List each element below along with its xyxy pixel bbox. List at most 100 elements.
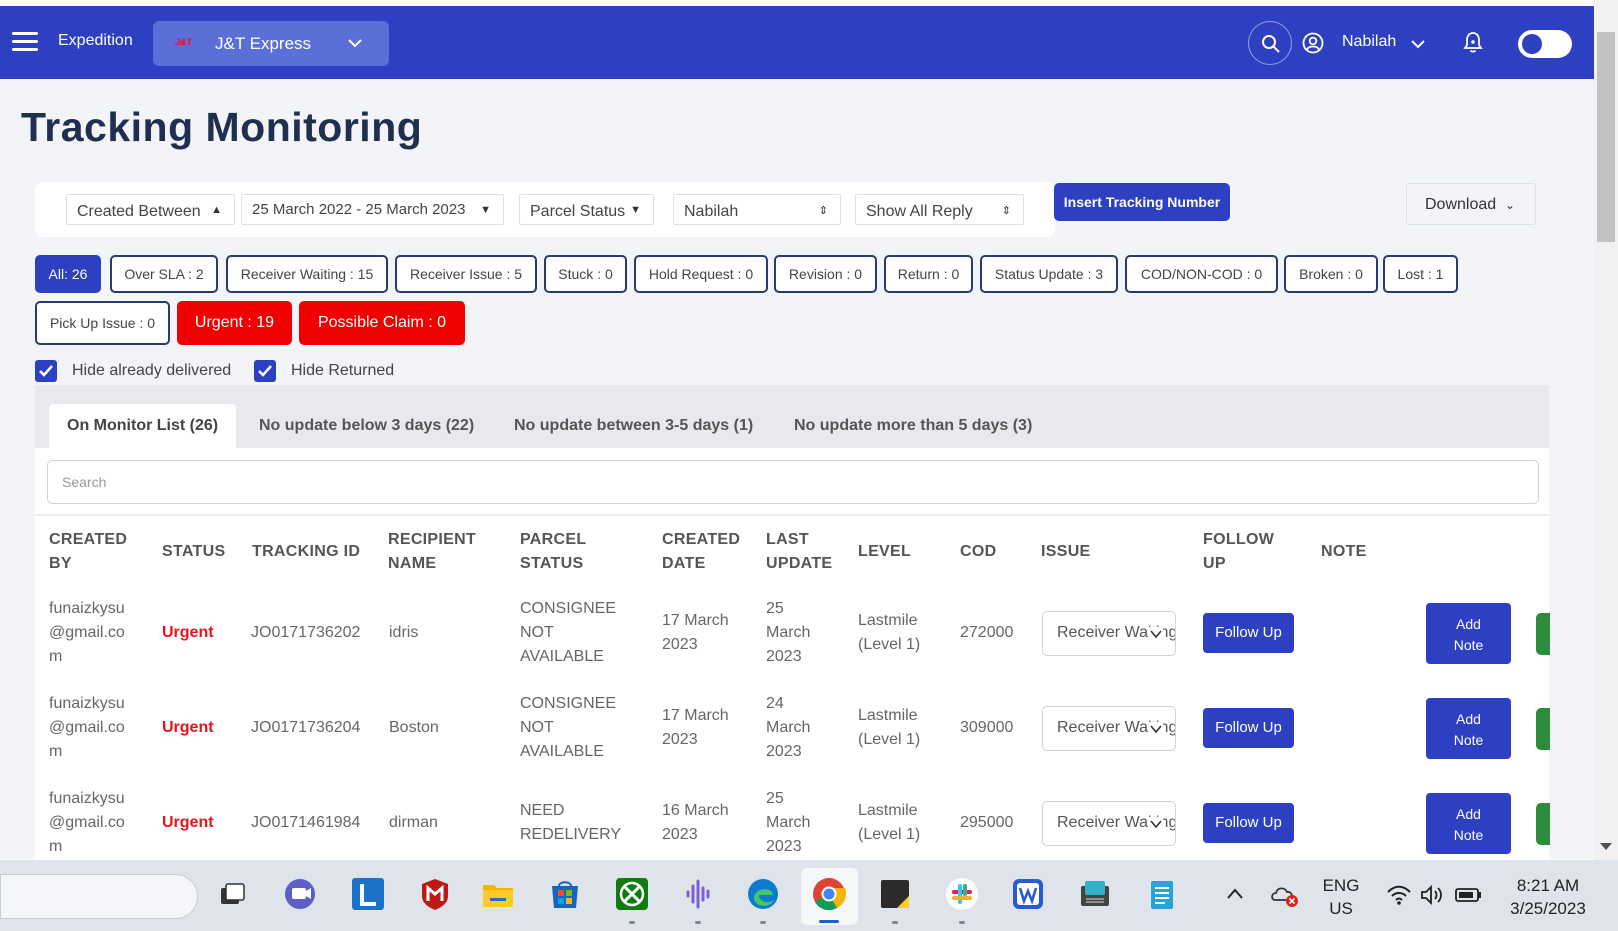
issue-select[interactable]: Receiver Waiting (1042, 706, 1176, 751)
chip-receiver-issue[interactable]: Receiver Issue : 5 (395, 255, 537, 293)
slack-icon[interactable] (944, 876, 980, 912)
chip-return[interactable]: Return : 0 (884, 255, 973, 293)
chevron-up-icon[interactable] (1226, 887, 1244, 901)
wifi-icon[interactable] (1386, 884, 1412, 906)
col-level[interactable]: LEVEL (858, 540, 911, 564)
col-issue[interactable]: ISSUE (1041, 540, 1091, 564)
chip-possible-claim[interactable]: Possible Claim : 0 (299, 301, 465, 345)
edge-icon[interactable] (745, 876, 781, 912)
touch-keyboard-icon[interactable] (1077, 876, 1113, 912)
language-indicator[interactable]: ENG US (1318, 874, 1364, 920)
col-follow-up[interactable]: FOLLOW UP (1203, 528, 1274, 576)
scrollbar-thumb[interactable] (1597, 32, 1615, 242)
col-recipient-name[interactable]: RECIPIENT NAME (388, 528, 476, 576)
clock[interactable]: 8:21 AM 3/25/2023 (1500, 874, 1596, 920)
follow-up-button[interactable]: Follow Up (1203, 708, 1294, 748)
add-note-button[interactable]: Add Note (1426, 603, 1511, 664)
col-parcel-status[interactable]: PARCEL STATUS (520, 528, 586, 576)
col-created-date[interactable]: CREATED DATE (662, 528, 740, 576)
volume-icon[interactable] (1420, 884, 1444, 906)
follow-up-button[interactable]: Follow Up (1203, 803, 1294, 843)
issue-select[interactable]: Receiver Waiting (1042, 611, 1176, 656)
add-note-button[interactable]: Add Note (1426, 698, 1511, 759)
notification-bell-icon[interactable] (1462, 30, 1484, 54)
task-view-icon[interactable] (214, 876, 250, 912)
col-tracking-id[interactable]: TRACKING ID (252, 540, 360, 564)
action-button[interactable] (1536, 708, 1550, 750)
cell-created-date: 17 March 2023 (662, 612, 729, 653)
theme-toggle[interactable] (1518, 30, 1572, 58)
cell-tracking-id[interactable]: JO0171736202 (251, 621, 360, 645)
action-button[interactable] (1536, 613, 1550, 655)
wps-office-icon[interactable] (1010, 876, 1046, 912)
parcel-status-select[interactable]: Parcel Status ▼ (519, 194, 654, 225)
chip-status-update[interactable]: Status Update : 3 (980, 255, 1118, 293)
issue-select[interactable]: Receiver Waiting (1042, 801, 1176, 846)
chevron-down-icon (1149, 627, 1163, 641)
follow-up-button[interactable]: Follow Up (1203, 613, 1294, 653)
tab-on-monitor-list[interactable]: On Monitor List (26) (49, 404, 237, 448)
menu-icon[interactable] (12, 32, 38, 52)
courier-logo: J&T (175, 37, 193, 47)
chip-cod-non-cod[interactable]: COD/NON-COD : 0 (1125, 255, 1278, 293)
courier-name: J&T Express (215, 34, 312, 53)
chip-receiver-waiting[interactable]: Receiver Waiting : 15 (226, 255, 388, 293)
hide-delivered-checkbox[interactable] (35, 360, 57, 382)
onedrive-error-icon[interactable] (1270, 882, 1300, 908)
user-avatar-icon[interactable] (1302, 32, 1324, 54)
action-button[interactable] (1536, 803, 1550, 845)
search-input[interactable] (47, 460, 1539, 504)
col-note[interactable]: NOTE (1321, 540, 1367, 564)
user-name[interactable]: Nabilah (1342, 33, 1396, 51)
chip-lost[interactable]: Lost : 1 (1383, 255, 1458, 293)
file-explorer-icon[interactable] (480, 876, 516, 912)
voice-recorder-icon[interactable] (680, 876, 716, 912)
user-filter-select[interactable]: Nabilah ⇕ (673, 194, 841, 225)
hide-returned-label: Hide Returned (291, 362, 395, 379)
chip-all[interactable]: All: 26 (35, 255, 101, 293)
chip-revision[interactable]: Revision : 0 (774, 255, 877, 293)
xbox-icon[interactable] (614, 876, 650, 912)
chip-broken[interactable]: Broken : 0 (1284, 255, 1378, 293)
cell-tracking-id[interactable]: JO0171736204 (251, 716, 360, 740)
cell-tracking-id[interactable]: JO0171461984 (251, 811, 360, 835)
reply-filter-select[interactable]: Show All Reply ⇕ (855, 194, 1024, 225)
sticky-notes-icon[interactable] (877, 876, 913, 912)
notepad-icon[interactable] (1144, 876, 1180, 912)
status-badge: Urgent (162, 814, 214, 831)
tab-no-update-over-5[interactable]: No update more than 5 days (3) (776, 404, 1050, 448)
search-button[interactable] (1248, 21, 1292, 65)
mcafee-icon[interactable] (417, 876, 453, 912)
col-created-by[interactable]: CREATED BY (49, 528, 127, 576)
battery-icon[interactable] (1455, 886, 1483, 904)
download-button[interactable]: Download ⌄ (1406, 183, 1536, 225)
col-cod[interactable]: COD (960, 540, 996, 564)
microsoft-store-icon[interactable] (547, 876, 583, 912)
taskbar-search-box[interactable] (0, 874, 198, 919)
cell-cod: 295000 (960, 814, 1014, 831)
cell-cod: 309000 (960, 719, 1014, 736)
cell-last-update: 25 March 2023 (766, 790, 811, 855)
col-status[interactable]: STATUS (162, 540, 225, 564)
date-range-picker[interactable]: 25 March 2022 - 25 March 2023 ▼ (241, 194, 504, 225)
chevron-down-icon[interactable] (1410, 36, 1426, 52)
insert-tracking-number-button[interactable]: Insert Tracking Number (1054, 183, 1230, 221)
tab-no-update-below-3[interactable]: No update below 3 days (22) (241, 404, 492, 448)
chip-hold-request[interactable]: Hold Request : 0 (634, 255, 768, 293)
chip-stuck[interactable]: Stuck : 0 (544, 255, 627, 293)
check-icon (39, 365, 53, 377)
chip-urgent[interactable]: Urgent : 19 (177, 301, 292, 345)
l-app-icon[interactable] (350, 876, 386, 912)
chip-over-sla[interactable]: Over SLA : 2 (110, 255, 218, 293)
chrome-icon[interactable] (811, 876, 847, 912)
scroll-down-arrow-icon[interactable] (1600, 843, 1612, 850)
chip-pick-up-issue[interactable]: Pick Up Issue : 0 (35, 301, 170, 345)
col-last-update[interactable]: LAST UPDATE (766, 528, 832, 576)
tab-no-update-3-5[interactable]: No update between 3-5 days (1) (496, 404, 771, 448)
created-between-select[interactable]: Created Between ▲ (66, 194, 235, 225)
teams-chat-icon[interactable] (282, 876, 318, 912)
add-note-button[interactable]: Add Note (1426, 793, 1511, 854)
cell-last-update: 25 March 2023 (766, 600, 811, 665)
hide-returned-checkbox[interactable] (254, 360, 276, 382)
courier-select[interactable]: J&T J&T Express (153, 21, 389, 66)
